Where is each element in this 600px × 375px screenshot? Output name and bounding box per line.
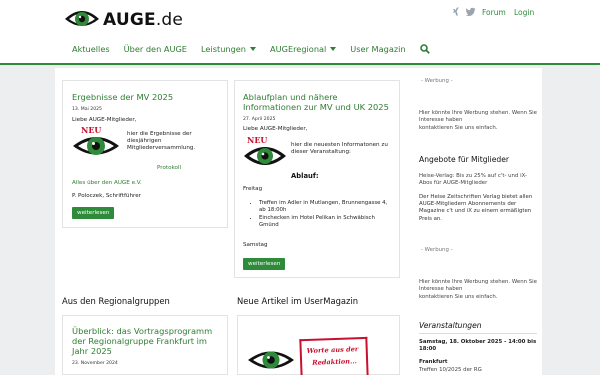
brand-name: AUGE: [103, 10, 156, 30]
card-body: hier die Ergebnisse der diesjährigen Mit…: [127, 131, 196, 152]
news-card-mv-results: Ergebnisse der MV 2025 13. Mai 2025 Lieb…: [62, 80, 228, 228]
offer-link-heise[interactable]: Heise-Verlag: Bis zu 25% auf c't- und iX…: [419, 173, 537, 187]
card-date: 23. November 2024: [72, 361, 118, 366]
login-link[interactable]: Login: [514, 8, 534, 17]
forum-link[interactable]: Forum: [482, 8, 506, 17]
xing-link[interactable]: [452, 7, 460, 16]
new-badge: NEU: [81, 125, 102, 135]
events-title: Veranstaltungen: [419, 321, 482, 330]
search-button[interactable]: [419, 44, 430, 54]
offers-title: Angebote für Mitglieder: [419, 155, 510, 164]
ad-label-2: - Werbung -: [421, 247, 453, 253]
events-divider: [419, 333, 537, 334]
stamp-line-1: Worte aus der: [306, 345, 359, 355]
eye-logo-icon: [248, 351, 294, 369]
stamp-line-2: Redaktion...: [312, 357, 358, 367]
card-greeting: Liebe AUGE-Mitglieder,: [243, 126, 308, 132]
ad-text: Hier könnte Ihre Werbung stehen. Wenn Si…: [419, 110, 537, 124]
regional-card-frankfurt: Überblick: das Vortragsprogramm der Regi…: [62, 315, 228, 375]
section-title-usermag: Neue Artikel im UserMagazin: [237, 296, 359, 306]
about-auge-link[interactable]: Alles über den AUGE e.V.: [72, 180, 142, 187]
card-date: 13. Mai 2025: [72, 107, 102, 112]
nav-item-leistungen[interactable]: Leistungen: [201, 44, 256, 54]
brand-tld: .de: [155, 10, 184, 30]
card-body: hier die neuesten Informatonen zu dieser…: [291, 142, 388, 156]
card-date: 27. April 2025: [243, 117, 276, 122]
card-title[interactable]: Ergebnisse der MV 2025: [72, 92, 173, 102]
card-title[interactable]: Überblick: das Vortragsprogramm der Regi…: [72, 326, 224, 356]
nav-item-aktuelles[interactable]: Aktuelles: [72, 44, 110, 54]
xing-icon: [453, 7, 459, 16]
editorial-stamp: Worte aus der Redaktion...: [299, 336, 369, 375]
nav-item-ueber-den-auge[interactable]: Über den AUGE: [124, 44, 187, 54]
protokoll-link[interactable]: Protokoll: [157, 165, 181, 172]
ablauf-heading: Ablauf:: [291, 172, 319, 180]
usermag-card: Worte aus der Redaktion...: [237, 315, 400, 375]
section-title-regional: Aus den Regionalgruppen: [62, 296, 170, 306]
nav-item-user-magazin[interactable]: User Magazin: [350, 44, 405, 54]
search-icon: [419, 44, 430, 54]
eye-logo-icon: [65, 11, 99, 26]
schedule-list: Treffen im Adler in Mutlangen, Brunnenga…: [249, 200, 395, 230]
read-more-button[interactable]: weiterlesen: [72, 207, 115, 219]
card-greeting: Liebe AUGE-Mitglieder,: [72, 117, 137, 123]
site-logo[interactable]: AUGE.de: [64, 6, 183, 34]
event-date: Samstag, 18. Oktober 2025 - 14:00 bis 18…: [419, 339, 537, 353]
chevron-down-icon: [250, 47, 256, 51]
ad-contact-link-2[interactable]: kontaktieren Sie uns einfach.: [419, 294, 498, 301]
header-divider: [0, 63, 600, 65]
nav-item-augeregional[interactable]: AUGEregional: [270, 44, 337, 54]
list-item: Einchecken im Hotel Pelikan in Schwäbisc…: [259, 215, 395, 229]
ad-text-2: Hier könnte Ihre Werbung stehen. Wenn Si…: [419, 279, 537, 293]
ad-contact-link[interactable]: kontaktieren Sie uns einfach.: [419, 125, 498, 132]
day-saturday: Samstag: [243, 242, 268, 248]
ad-label: - Werbung -: [421, 78, 453, 84]
twitter-bird-icon: [466, 7, 476, 16]
signature: P. Poloczek, Schriftführer: [72, 193, 141, 199]
news-card-schedule: Ablaufplan und nähere Informationen zur …: [234, 80, 400, 278]
list-item: Treffen im Adler in Mutlangen, Brunnenga…: [259, 200, 395, 214]
event-link[interactable]: Treffen 10/2025 der RG: [419, 367, 482, 374]
chevron-down-icon: [330, 47, 337, 51]
day-friday: Freitag: [243, 186, 263, 192]
twitter-link[interactable]: [466, 7, 476, 16]
offer-text: Der Heise Zeitschriften Verlag bietet al…: [419, 194, 533, 222]
event-city: Frankfurt: [419, 359, 448, 365]
card-title[interactable]: Ablaufplan und nähere Informationen zur …: [243, 92, 397, 112]
read-more-button[interactable]: weiterlesen: [243, 258, 286, 270]
main-nav: Aktuelles Über den AUGE Leistungen AUGEr…: [72, 44, 444, 54]
new-badge: NEU: [247, 135, 268, 145]
